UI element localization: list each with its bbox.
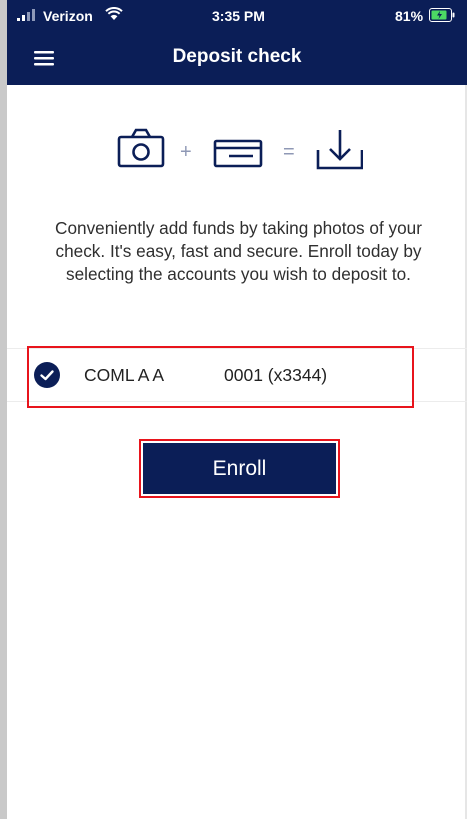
description-text: Conveniently add funds by taking photos … bbox=[55, 218, 422, 284]
left-edge-divider bbox=[0, 0, 7, 819]
wifi-icon bbox=[105, 7, 123, 20]
account-selection-highlight[interactable] bbox=[27, 346, 414, 408]
enroll-button[interactable]: Enroll bbox=[143, 443, 336, 494]
camera-icon bbox=[117, 128, 165, 168]
status-bar: Verizon 3:35 PM 81% bbox=[7, 0, 467, 32]
signal-strength-icon bbox=[17, 9, 35, 21]
battery-icon bbox=[429, 8, 455, 22]
app-header: Verizon 3:35 PM 81% Deposit check bbox=[7, 0, 467, 85]
equals-sign: = bbox=[283, 141, 295, 163]
page-title: Deposit check bbox=[172, 46, 302, 67]
deposit-illustration: + = bbox=[117, 128, 363, 170]
check-card-icon bbox=[213, 139, 263, 168]
plus-sign: + bbox=[180, 141, 192, 163]
battery-percent: 81% bbox=[395, 8, 424, 24]
status-time: 3:35 PM bbox=[212, 8, 265, 24]
download-icon bbox=[316, 130, 363, 170]
carrier-name: Verizon bbox=[43, 8, 93, 24]
